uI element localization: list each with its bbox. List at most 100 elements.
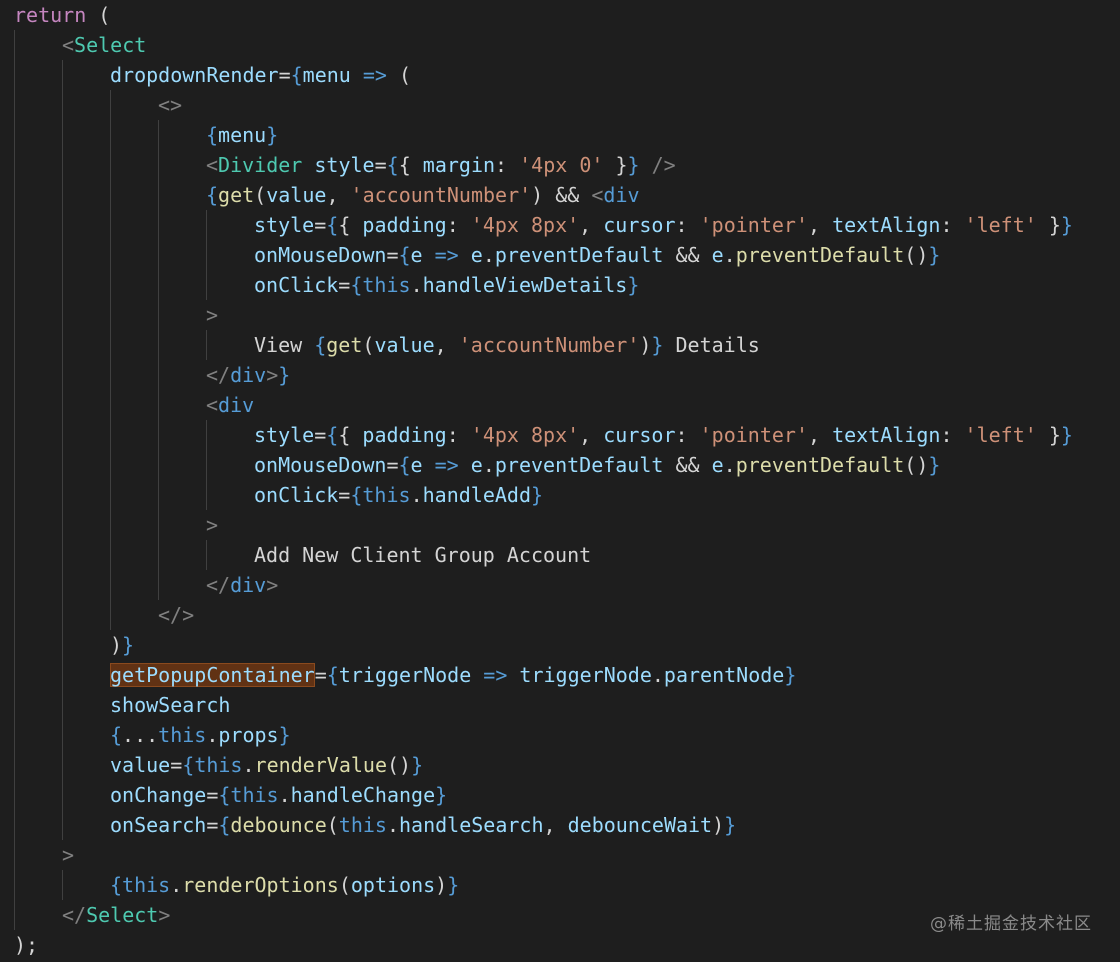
code-token: menu xyxy=(302,63,351,87)
code-token: { xyxy=(398,453,411,477)
code-token: e xyxy=(410,243,423,267)
code-token: cursor xyxy=(603,423,676,447)
code-editor[interactable]: return ( <Select dropdownRender={menu => (… xyxy=(0,0,1120,962)
code-token: renderValue xyxy=(254,753,387,777)
code-token: style xyxy=(314,153,375,177)
code-token: } xyxy=(278,363,291,387)
code-token: : xyxy=(495,153,520,177)
code-token: : xyxy=(446,213,471,237)
code-token: preventDefault xyxy=(735,453,905,477)
code-token: = xyxy=(278,63,291,87)
code-line: {menu} xyxy=(206,120,278,150)
code-token: = xyxy=(170,753,183,777)
code-token: ( xyxy=(86,3,111,27)
code-token: . xyxy=(242,753,255,777)
code-token: return xyxy=(14,3,87,27)
code-token: { xyxy=(350,483,363,507)
indent-guide xyxy=(158,120,159,600)
code-token: = xyxy=(386,243,399,267)
code-token: { xyxy=(338,213,363,237)
code-token: . xyxy=(206,723,219,747)
code-token: > xyxy=(206,513,219,537)
code-token: { xyxy=(398,153,423,177)
code-token: 'pointer' xyxy=(699,213,808,237)
code-line: dropdownRender={menu => ( xyxy=(110,60,411,90)
code-token: } xyxy=(724,813,737,837)
code-line: > xyxy=(206,300,218,330)
code-token: ) xyxy=(110,633,123,657)
code-token: { xyxy=(386,153,399,177)
code-line: <Select xyxy=(62,30,146,60)
code-token: value xyxy=(266,183,327,207)
code-token: } xyxy=(627,273,640,297)
code-token: handleChange xyxy=(290,783,436,807)
code-token: = xyxy=(206,783,219,807)
code-token: preventDefault xyxy=(494,453,664,477)
code-token: triggerNode xyxy=(338,663,472,687)
code-token: { xyxy=(290,63,303,87)
code-token: > xyxy=(206,303,219,327)
code-token: && xyxy=(663,453,712,477)
code-token: : xyxy=(940,423,965,447)
code-line: </> xyxy=(158,600,194,630)
code-token: 'accountNumber' xyxy=(458,333,640,357)
code-token: ( xyxy=(362,333,375,357)
code-token: ( xyxy=(338,873,351,897)
code-line: > xyxy=(62,840,74,870)
code-token: <> xyxy=(158,93,183,117)
code-token: this xyxy=(122,873,171,897)
highlighted-token: getPopupContainer xyxy=(110,663,315,687)
indent-guide xyxy=(62,870,63,900)
code-token: Details xyxy=(663,333,760,357)
code-token: } xyxy=(530,483,544,507)
code-token: get xyxy=(326,333,363,357)
indent-guide xyxy=(206,330,207,360)
code-line: View {get(value, 'accountNumber')} Detai… xyxy=(254,330,760,360)
code-token: { xyxy=(398,243,411,267)
code-token: } xyxy=(435,783,448,807)
code-token: this xyxy=(338,813,387,837)
code-token: parentNode xyxy=(663,663,785,687)
code-token: 'pointer' xyxy=(699,423,808,447)
code-token: padding xyxy=(362,213,447,237)
code-line: value={this.renderValue()} xyxy=(110,750,423,780)
code-token: '4px 0' xyxy=(519,153,604,177)
code-token: this xyxy=(230,783,279,807)
code-token: ( xyxy=(399,63,412,87)
code-token: ) xyxy=(639,333,652,357)
code-token: onClick xyxy=(254,273,339,297)
code-token: } xyxy=(266,123,279,147)
code-line: </div>} xyxy=(206,360,290,390)
code-token: ( xyxy=(326,813,339,837)
code-token: div xyxy=(230,573,267,597)
code-token: () xyxy=(386,753,412,777)
code-line: <> xyxy=(158,90,182,120)
code-token: } xyxy=(928,243,941,267)
code-token: , xyxy=(434,333,459,357)
indent-guide xyxy=(206,420,207,510)
code-token: 'left' xyxy=(964,213,1037,237)
code-token: </ xyxy=(206,363,231,387)
code-token: { xyxy=(314,333,327,357)
code-token: . xyxy=(723,453,736,477)
code-token: debounce xyxy=(230,813,327,837)
code-token: onMouseDown xyxy=(254,453,387,477)
code-token: < xyxy=(62,33,75,57)
code-token: : xyxy=(446,423,471,447)
code-token: options xyxy=(350,873,436,897)
code-token: { xyxy=(326,423,339,447)
code-token: onClick xyxy=(254,483,339,507)
indent-guide xyxy=(206,210,207,300)
code-token: < xyxy=(206,393,219,417)
code-line: style={{ padding: '4px 8px', cursor: 'po… xyxy=(254,210,1073,240)
code-token: renderOptions xyxy=(182,873,339,897)
code-token: { xyxy=(206,123,219,147)
code-token: e xyxy=(410,453,423,477)
code-token: . xyxy=(651,663,664,687)
code-token: , xyxy=(579,423,604,447)
code-token: e xyxy=(711,243,724,267)
code-token: props xyxy=(218,723,279,747)
code-token: div xyxy=(230,363,267,387)
code-token: } xyxy=(1060,423,1073,447)
